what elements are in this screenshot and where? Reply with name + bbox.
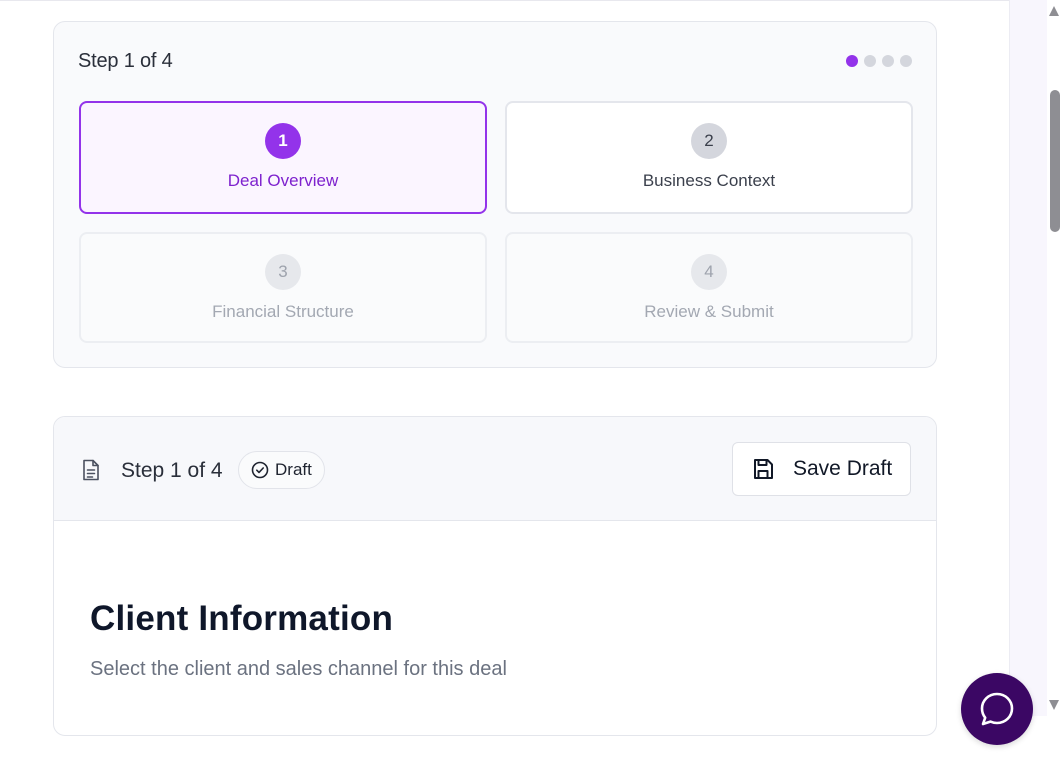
status-badge-label: Draft bbox=[275, 460, 312, 479]
step-label: Business Context bbox=[642, 171, 776, 190]
top-divider bbox=[0, 0, 1009, 1]
form-header: Step 1 of 4 Draft Save Draft bbox=[54, 417, 936, 521]
section-subtitle: Select the client and sales channel for … bbox=[90, 658, 507, 680]
form-card: Step 1 of 4 Draft Save Draft Client Info… bbox=[53, 416, 937, 736]
right-side-panel bbox=[1009, 0, 1047, 716]
stepper-title: Step 1 of 4 bbox=[78, 50, 173, 72]
progress-dot-2 bbox=[864, 55, 876, 67]
step-number-badge: 1 bbox=[265, 123, 301, 159]
step-progress-dots bbox=[846, 55, 912, 67]
save-draft-label: Save Draft bbox=[793, 457, 893, 480]
form-step-indicator: Step 1 of 4 bbox=[121, 459, 223, 482]
scroll-up-arrow-icon[interactable] bbox=[1049, 6, 1059, 16]
scroll-down-arrow-icon[interactable] bbox=[1049, 700, 1059, 710]
step-number-badge: 4 bbox=[691, 254, 727, 290]
chat-button[interactable] bbox=[961, 673, 1033, 745]
step-number-badge: 3 bbox=[265, 254, 301, 290]
chat-bubble-icon bbox=[980, 692, 1014, 726]
step-label: Financial Structure bbox=[212, 302, 354, 321]
step-number-badge: 2 bbox=[691, 123, 727, 159]
status-badge: Draft bbox=[238, 451, 325, 489]
step-tile-business-context[interactable]: 2 Business Context bbox=[505, 101, 913, 214]
check-circle-icon bbox=[251, 461, 269, 479]
progress-dot-3 bbox=[882, 55, 894, 67]
stepper-card: Step 1 of 4 1 Deal Overview 2 Business C… bbox=[53, 21, 937, 368]
step-tile-review-submit: 4 Review & Submit bbox=[505, 232, 913, 343]
step-tile-financial-structure: 3 Financial Structure bbox=[79, 232, 487, 343]
save-draft-button[interactable]: Save Draft bbox=[732, 442, 911, 496]
step-label: Deal Overview bbox=[227, 171, 339, 190]
step-tile-deal-overview[interactable]: 1 Deal Overview bbox=[79, 101, 487, 214]
progress-dot-4 bbox=[900, 55, 912, 67]
section-title: Client Information bbox=[90, 599, 394, 638]
step-label: Review & Submit bbox=[644, 302, 774, 321]
floppy-disk-icon bbox=[754, 459, 773, 479]
progress-dot-1 bbox=[846, 55, 858, 67]
document-icon bbox=[83, 459, 99, 481]
scrollbar-thumb[interactable] bbox=[1050, 90, 1060, 232]
